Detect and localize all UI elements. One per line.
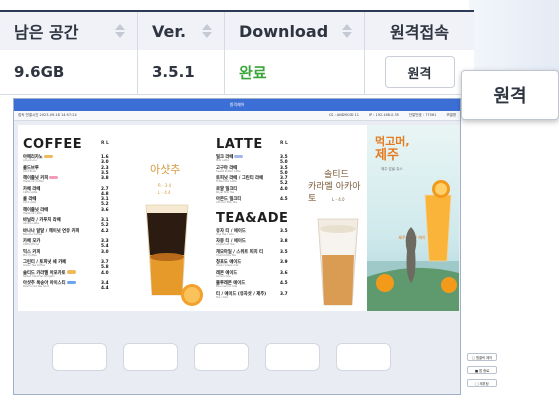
control-button-3[interactable] bbox=[194, 343, 249, 371]
menu-item: 바닐라 / 카푸치 라떼 Vanilla Latte 3.1 5.2 bbox=[23, 218, 109, 228]
menu-item: 토피넛 라떼 / 그린티 라떼 Toffee Nut Latte 3.7 5.2 bbox=[216, 176, 288, 186]
menu-item: 카페 라떼 Caffe Latte 2.7 4.8 bbox=[23, 186, 109, 197]
cell-version: 3.5.1 bbox=[138, 50, 225, 94]
header-space[interactable]: 남은 공간 bbox=[0, 12, 138, 50]
menu-item: 로얄 밀크티 Royal Milk Tea 4.0 bbox=[216, 186, 288, 194]
table-row: 9.6GB 3.5.1 완료 원격 bbox=[0, 50, 474, 95]
control-button-5[interactable] bbox=[336, 343, 391, 371]
control-button-1[interactable] bbox=[52, 343, 107, 371]
coffee-panel: COFFEE R L 아메리카노 Americano 1.6 3.0 콜드브루 Cold… bbox=[18, 125, 214, 311]
latte-panel: LATTE R L 밀크 라떼 Milk Latte 3.5 5.0 고구마 라떼 Sw… bbox=[214, 125, 367, 311]
tea-items: 유자 티 / 에이드 Yuja Tea / Ade 3.5 자몽 티 / 에이드 Gra… bbox=[216, 228, 296, 302]
latte-menu: LATTE R L 밀크 라떼 Milk Latte 3.5 5.0 고구마 라떼 Sw… bbox=[216, 137, 296, 301]
header-version[interactable]: Ver. bbox=[138, 12, 225, 50]
table-header-row: 남은 공간 Ver. Download 원격접속 bbox=[0, 10, 474, 50]
remote-popup-button[interactable]: 원격 bbox=[461, 70, 559, 120]
device-info: CS : ANDROID 11 IP : 192.168.0.35 단말번호 :… bbox=[328, 113, 456, 117]
jeju-title: 먹고머, 제주 bbox=[375, 135, 410, 163]
menu-item: 아몬드 밀크티 Almond Milk Tea 4.5 bbox=[216, 197, 288, 204]
menu-item: 자몽 티 / 에이드 Grapefruit Tea 3.8 bbox=[216, 239, 288, 246]
menu-item: 믹스 커피 Mix Coffee 3.0 bbox=[23, 249, 109, 257]
sort-icon[interactable] bbox=[342, 24, 352, 40]
menu-item: 유자 티 / 에이드 Yuja Tea / Ade 3.5 bbox=[216, 228, 288, 236]
menu-item: 캐모마일 / 스위트 피치 티 Chamomile Tea 3.5 bbox=[216, 249, 288, 257]
control-button-4[interactable] bbox=[265, 343, 320, 371]
orange-juice-image bbox=[367, 180, 459, 311]
one-click-control-button[interactable]: □ 원클릭 제어 bbox=[467, 353, 497, 361]
menu-item: 헤이즐넛 커피 Hazelnut Coffee 3.8 bbox=[23, 175, 109, 183]
menu-item: 청포도 에이드 Green Grape Ade 3.9 bbox=[216, 260, 288, 267]
menu-item: 카페 모카 Caffe Mocha 3.3 5.4 bbox=[23, 239, 109, 249]
info-bar: 접속 연결시간 2023-09-18 14:57:24 CS : ANDROID… bbox=[14, 111, 460, 121]
menu-item: 콜드브루 Cold Brew 2.3 3.5 bbox=[23, 165, 109, 176]
sort-icon[interactable] bbox=[202, 24, 212, 40]
badge-pill bbox=[43, 154, 53, 159]
menu-item: 바나나 달달 / 헤이넛 연유 커피 Banana Coffee 4.2 bbox=[23, 228, 109, 236]
menu-item: 콜 라떼 Cold Latte 3.1 5.2 bbox=[23, 197, 109, 207]
menu-item: 그린티 / 토피넛 쉐 카페 Green Tea Coffee 3.7 5.8 bbox=[23, 260, 109, 270]
reboot-button[interactable]: □ 재부팅 bbox=[467, 379, 497, 387]
menu-item: 블루레몬 에이드 Blue Lemon Ade 4.5 bbox=[216, 281, 288, 288]
control-button-2[interactable] bbox=[123, 343, 178, 371]
side-buttons: □ 원클릭 제어 ■ 앱 종료 □ 재부팅 bbox=[467, 353, 497, 387]
menu-item: 솔티드 카라멜 아포카토 Salted Caramel Affogato 4.0 bbox=[23, 270, 109, 278]
header-remote: 원격접속 bbox=[390, 23, 449, 42]
cell-space: 9.6GB bbox=[0, 50, 138, 94]
jeju-panel: 먹고머, 제주 제주 감귤 쥬스 제주 감귤 / 에이드 bbox=[367, 125, 459, 311]
remote-button[interactable]: 원격 bbox=[384, 56, 455, 88]
latte-drink-image bbox=[317, 218, 359, 306]
remote-screen[interactable]: COFFEE R L 아메리카노 Americano 1.6 3.0 콜드브루 Cold… bbox=[18, 125, 459, 311]
app-exit-button[interactable]: ■ 앱 종료 bbox=[467, 366, 497, 374]
menu-item: 고구마 라떼 Sweet Potato Latte 3.5 5.0 bbox=[216, 165, 288, 176]
menu-item: 티 / 에이드 (유자샷 / 제주) Tea / Ade 3.7 bbox=[216, 291, 288, 299]
menu-item: 아메리카노 Americano 1.6 3.0 bbox=[23, 154, 109, 165]
latte-items: 밀크 라떼 Milk Latte 3.5 5.0 고구마 라떼 Sweet Potato… bbox=[216, 154, 296, 207]
coffee-menu: COFFEE R L 아메리카노 Americano 1.6 3.0 콜드브루 Cold… bbox=[23, 137, 115, 291]
badge-pill bbox=[234, 154, 244, 159]
menu-item: 아샷추 복숭아 아이스티 Peach Iced Tea Shot 3.4 4.4 bbox=[23, 280, 109, 291]
remote-window: 원격제어 접속 연결시간 2023-09-18 14:57:24 CS : AN… bbox=[13, 98, 497, 395]
promo-title: 아샷추 bbox=[150, 163, 181, 176]
window-title: 원격제어 bbox=[14, 99, 460, 111]
connect-time: 접속 연결시간 2023-09-18 14:57:24 bbox=[18, 113, 77, 117]
cell-download-status: 완료 bbox=[225, 50, 365, 94]
badge-pill bbox=[49, 175, 59, 180]
sort-icon[interactable] bbox=[115, 24, 125, 40]
coffee-items: 아메리카노 Americano 1.6 3.0 콜드브루 Cold Brew 2.3 3.… bbox=[23, 154, 115, 291]
badge-pill bbox=[66, 270, 76, 274]
menu-item: 레몬 에이드 Lemon Ade 3.6 bbox=[216, 270, 288, 278]
header-download[interactable]: Download bbox=[225, 12, 365, 50]
badge-pill bbox=[66, 280, 76, 285]
menu-item: 헤이즐넛 라떼 Hazelnut Latte 3.6 bbox=[23, 207, 109, 215]
menu-item: 밀크 라떼 Milk Latte 3.5 5.0 bbox=[216, 154, 288, 165]
control-buttons bbox=[52, 343, 391, 371]
cell-remote: 원격 bbox=[365, 50, 474, 94]
iced-coffee-image bbox=[145, 204, 203, 306]
